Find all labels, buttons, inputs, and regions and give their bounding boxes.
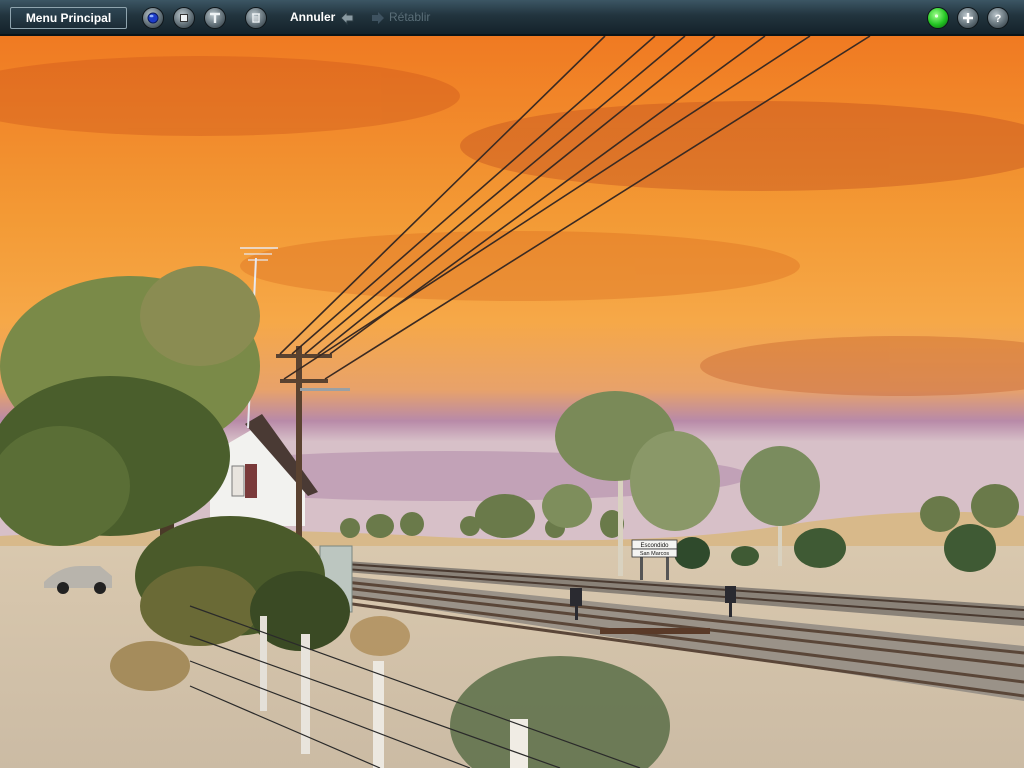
stop-button[interactable] (173, 7, 195, 29)
add-button[interactable] (957, 7, 979, 29)
undo-label[interactable]: Annuler (290, 10, 335, 24)
main-menu-button[interactable]: Menu Principal (10, 7, 127, 29)
help-icon: ? (995, 13, 1002, 25)
status-light-icon (934, 14, 939, 18)
status-light-button[interactable] (927, 7, 949, 29)
undo-arrow-icon[interactable] (339, 10, 355, 26)
railroad-3d-viewport[interactable]: Escondido San Marcos (0, 36, 1024, 768)
redo-arrow-icon[interactable] (370, 10, 386, 26)
track-tool-button[interactable] (204, 7, 226, 29)
stop-icon (180, 14, 188, 22)
add-icon (963, 13, 973, 23)
help-button[interactable]: ? (987, 7, 1009, 29)
delete-button[interactable] (245, 7, 267, 29)
globe-icon (147, 12, 159, 24)
sign-line-2: San Marcos (640, 551, 670, 557)
globe-button[interactable] (142, 7, 164, 29)
svg-text:?: ? (995, 13, 1002, 25)
redo-label[interactable]: Rétablir (389, 10, 430, 24)
toolbar: Menu Principal Annuler Rétablir ? (0, 0, 1024, 36)
track-tool-icon (210, 12, 220, 23)
delete-icon (252, 13, 260, 23)
sign-line-1: Escondido (640, 543, 669, 549)
